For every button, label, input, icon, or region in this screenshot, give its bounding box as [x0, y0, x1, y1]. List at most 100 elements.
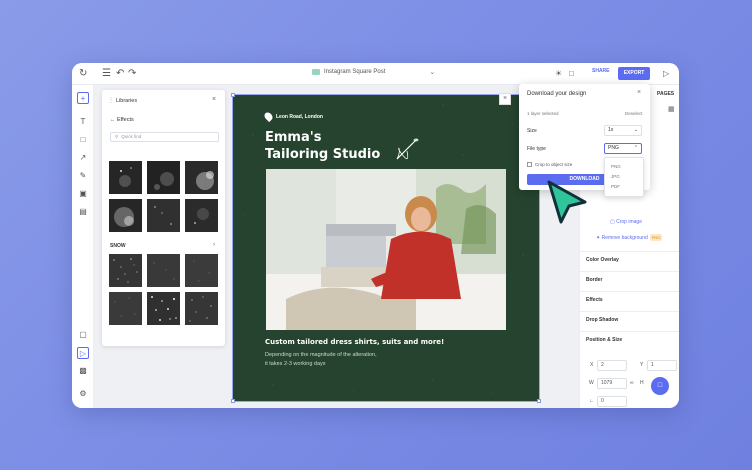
layer-selected-text: 1 layer selected [527, 111, 559, 116]
section-position-size[interactable]: Position & Size [586, 337, 622, 343]
snow-tile[interactable] [147, 292, 180, 325]
share-button[interactable]: SHARE [592, 68, 610, 74]
remove-background-link[interactable]: ✦ Remove background PRO [596, 234, 663, 241]
crop-label: Crop to object size [535, 162, 573, 167]
effect-tile[interactable] [147, 161, 180, 194]
keyboard-icon[interactable]: ▩ [77, 365, 89, 377]
libraries-title: Libraries [116, 98, 138, 104]
settings-icon[interactable]: ☀ [555, 68, 562, 80]
close-icon[interactable]: × [637, 89, 641, 96]
tagline: Custom tailored dress shirts, suits and … [265, 338, 445, 346]
file-type-select[interactable]: PNG ⌃ [604, 143, 642, 154]
search-input[interactable]: ⚲ Quick find [110, 132, 219, 142]
play-icon[interactable]: ▷ [663, 68, 669, 80]
divider [580, 271, 679, 272]
divider [580, 291, 679, 292]
search-icon: ⚲ [115, 134, 119, 139]
magic-wand-icon: ✦ [596, 235, 601, 241]
chevron-down-icon: ⌄ [429, 69, 436, 76]
crop-icon: ▢ [610, 219, 615, 225]
close-icon[interactable]: × [212, 96, 216, 103]
undo-icon[interactable]: ↶ [116, 68, 124, 80]
shape-tool-icon[interactable]: □ [77, 134, 89, 146]
pen-tool-icon[interactable]: ✎ [77, 170, 89, 182]
pointer-cursor-icon [547, 180, 587, 224]
grid-icon[interactable]: ▦ [668, 105, 675, 113]
section-drop-shadow[interactable]: Drop Shadow [586, 317, 618, 323]
crop-to-object-checkbox[interactable]: Crop to object size [527, 162, 572, 167]
menu-icon[interactable]: ☰ [102, 68, 111, 80]
snow-tile[interactable] [109, 254, 142, 287]
redo-icon[interactable]: ↷ [128, 68, 136, 80]
resize-handle[interactable] [231, 399, 235, 403]
file-type-option-pdf[interactable]: PDF [611, 184, 620, 189]
file-type-option-jpg[interactable]: JPG [611, 174, 620, 179]
headline-line-1: Emma's [265, 130, 322, 145]
comment-icon[interactable]: □ [569, 68, 574, 80]
line-tool-icon[interactable]: ↗ [77, 152, 89, 164]
snow-tile[interactable] [185, 254, 218, 287]
resize-handle[interactable] [537, 399, 541, 403]
add-icon[interactable]: + [77, 92, 89, 104]
effect-tile[interactable] [185, 199, 218, 232]
libraries-panel: ⋮ Libraries × ← Effects ⚲ Quick find SNOW… [102, 90, 225, 346]
section-border[interactable]: Border [586, 277, 602, 283]
chevron-right-icon[interactable]: › [213, 242, 215, 248]
resize-handle[interactable] [231, 93, 235, 97]
rotation-input[interactable]: 0 [597, 396, 627, 407]
size-select[interactable]: 1x ⌄ [604, 125, 642, 136]
crop-image-link[interactable]: ▢ Crop image [610, 219, 642, 225]
help-icon[interactable]: ⚙ [77, 388, 89, 400]
effect-tile[interactable] [185, 161, 218, 194]
pro-badge: PRO [649, 234, 663, 241]
w-input[interactable]: 1079 [597, 378, 627, 389]
top-bar: ↻ ☰ ↶ ↷ Instagram Square Post ⌄ ☀ □ SHAR… [72, 63, 679, 85]
libraries-icon[interactable]: ▷ [77, 347, 89, 359]
effect-tile[interactable] [109, 199, 142, 232]
tab-pages[interactable]: PAGES [657, 91, 674, 97]
logo-icon[interactable]: ↻ [79, 68, 87, 80]
export-button[interactable]: EXPORT [618, 67, 650, 80]
text-tool-icon[interactable]: T [77, 116, 89, 128]
section-effects[interactable]: Effects [586, 297, 603, 303]
checkbox-icon [527, 162, 532, 167]
design-canvas[interactable]: Leon Road, London Emma's Tailoring Studi… [232, 94, 540, 402]
divider [580, 311, 679, 312]
table-tool-icon[interactable]: ▤ [77, 206, 89, 218]
pages-icon[interactable]: ▢ [77, 329, 89, 341]
drag-handle-icon[interactable]: ⋮ [108, 97, 114, 104]
section-color-overlay[interactable]: Color Overlay [586, 257, 619, 263]
needle-thread-icon [396, 138, 419, 160]
x-label: X [590, 362, 594, 368]
deselect-link[interactable]: Deselect [625, 111, 643, 116]
download-dialog-title: Download your design [527, 91, 587, 97]
back-to-effects[interactable]: ← Effects [110, 117, 134, 123]
document-title-selector[interactable]: Instagram Square Post ⌄ [312, 68, 435, 76]
headline: Emma's Tailoring Studio [265, 129, 380, 163]
photo-tailor-sewing[interactable] [266, 169, 506, 330]
x-input[interactable]: 2 [597, 360, 627, 371]
section-title-snow: SNOW [110, 243, 126, 249]
snow-tile[interactable] [109, 292, 142, 325]
file-type-dropdown: PNG JPG PDF [604, 157, 644, 197]
effect-tile[interactable] [147, 199, 180, 232]
divider [580, 331, 679, 332]
search-placeholder: Quick find [121, 134, 142, 139]
effect-tile[interactable] [109, 161, 142, 194]
back-label: Effects [117, 117, 134, 123]
description-line-1: Depending on the magnitude of the altera… [265, 352, 377, 358]
close-selection-icon[interactable]: × [499, 93, 511, 105]
y-input[interactable]: 1 [647, 360, 677, 371]
file-type-option-png[interactable]: PNG [611, 164, 621, 169]
divider [580, 251, 679, 252]
remove-background-label: Remove background [601, 235, 648, 241]
crop-image-label: Crop image [616, 219, 642, 225]
chat-support-button[interactable]: □ [651, 377, 669, 395]
location-pin-icon [262, 110, 275, 123]
snow-tile[interactable] [185, 292, 218, 325]
document-thumbnail-icon [312, 69, 320, 75]
snow-tile[interactable] [147, 254, 180, 287]
image-tool-icon[interactable]: ▣ [77, 188, 89, 200]
link-ratio-icon[interactable]: ∞ [630, 380, 634, 386]
h-label: H [640, 380, 644, 386]
